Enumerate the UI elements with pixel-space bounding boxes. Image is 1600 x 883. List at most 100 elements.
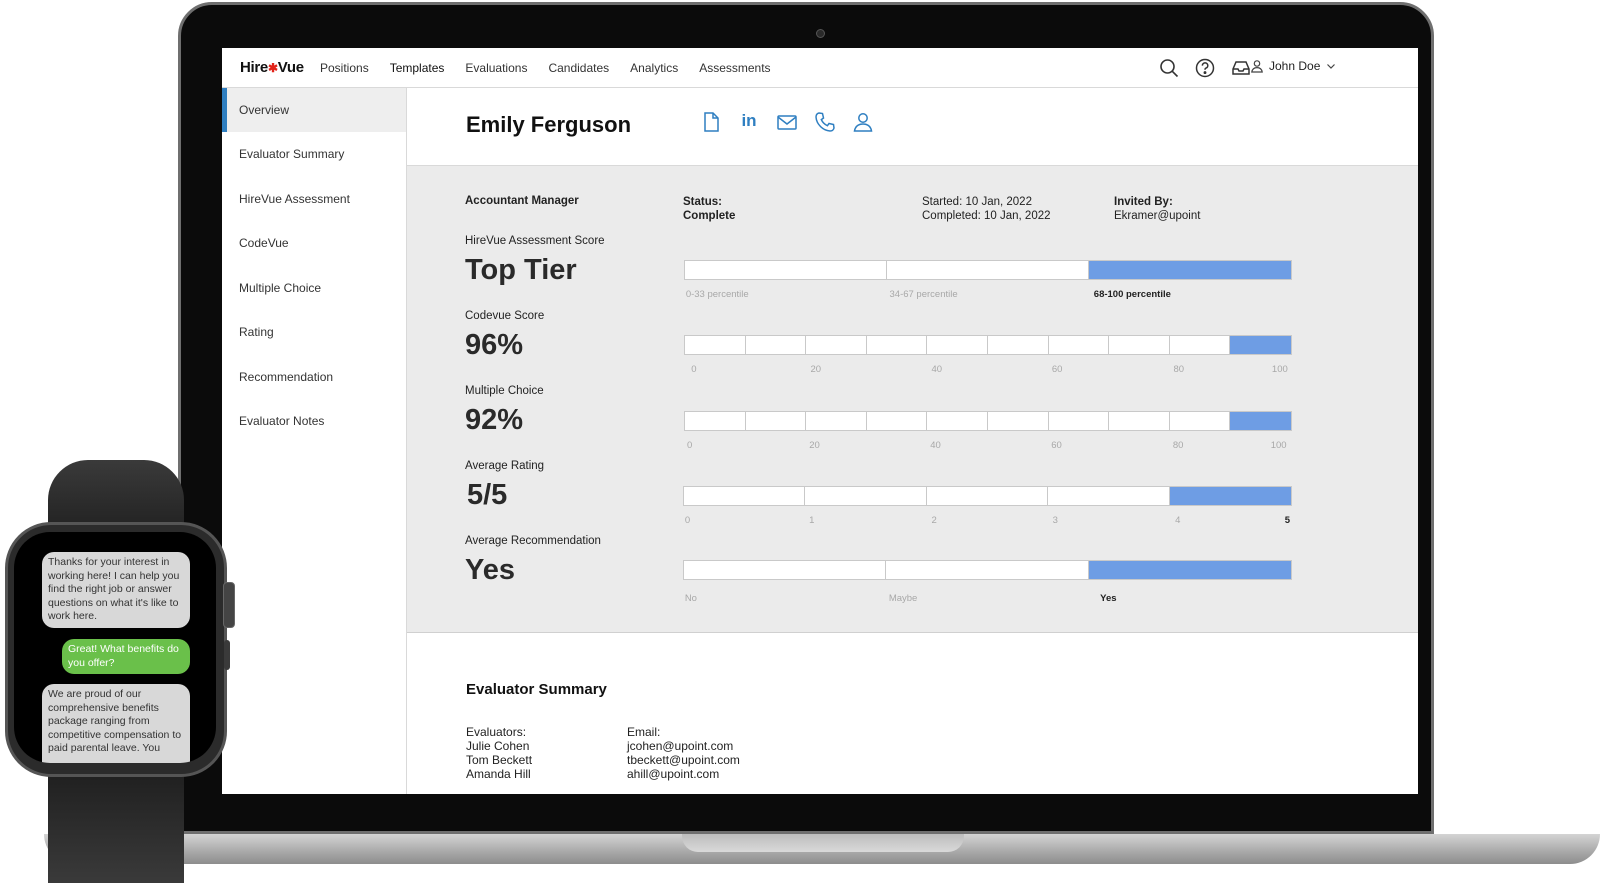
average-rating-tick-labels: 0 1 2 3 4 5	[683, 515, 1292, 529]
bar-segment	[887, 261, 1089, 279]
emails-column: Email: jcohen@upoint.com tbeckett@upoint…	[627, 725, 740, 781]
document-icon[interactable]	[699, 110, 723, 134]
tick-label: 68-100 percentile	[1093, 289, 1171, 300]
tick-label: 80	[1173, 364, 1185, 375]
tick-label: 0	[684, 515, 691, 526]
sidebar-item-rating[interactable]: Rating	[222, 310, 406, 355]
logo-text-suffix: Vue	[277, 59, 304, 76]
average-recommendation-value: Yes	[465, 554, 515, 586]
sidebar-item-hirevue-assessment[interactable]: HireVue Assessment	[222, 177, 406, 222]
candidate-name: Emily Ferguson	[466, 112, 632, 137]
sidebar-item-evaluator-summary[interactable]: Evaluator Summary	[222, 132, 406, 177]
bar-segment	[685, 261, 887, 279]
linkedin-icon[interactable]: in	[737, 110, 761, 134]
help-icon[interactable]	[1194, 57, 1216, 79]
tick-label: 60	[1051, 440, 1062, 451]
evaluators-column: Evaluators: Julie Cohen Tom Beckett Aman…	[466, 725, 532, 781]
evaluator-name: Tom Beckett	[466, 753, 533, 767]
sidebar-item-evaluator-notes[interactable]: Evaluator Notes	[222, 399, 406, 444]
email-icon[interactable]	[775, 110, 799, 134]
tick-label: 4	[1175, 515, 1181, 526]
sidebar-item-overview[interactable]: Overview	[222, 88, 406, 132]
sidebar-item-multiple-choice[interactable]: Multiple Choice	[222, 266, 406, 311]
laptop-screen: Hire✱Vue Positions Templates Evaluations…	[222, 48, 1418, 794]
assessment-tick-labels: 0-33 percentile 34-67 percentile 68-100 pe…	[684, 289, 1292, 303]
evaluator-summary-section: Evaluator Summary Evaluators: Julie Cohe…	[407, 633, 1418, 794]
bar-segment	[927, 336, 988, 354]
sidebar-item-recommendation[interactable]: Recommendation	[222, 355, 406, 400]
phone-icon[interactable]	[813, 110, 837, 134]
sidebar: Overview Evaluator Summary HireVue Asses…	[222, 88, 407, 794]
tick-label: 20	[809, 440, 820, 451]
bar-segment	[987, 336, 1049, 354]
search-icon[interactable]	[1158, 57, 1180, 79]
average-recommendation-tick-labels: No Maybe Yes	[683, 593, 1292, 607]
tick-label: 5	[1284, 515, 1290, 526]
bar-segment	[886, 561, 1089, 579]
nav-analytics[interactable]: Analytics	[630, 61, 678, 75]
hirevue-logo[interactable]: Hire✱Vue	[240, 59, 304, 76]
tick-label: Yes	[1100, 593, 1117, 604]
bar-segment	[1169, 336, 1231, 354]
bar-segment	[1048, 487, 1170, 505]
tick-label: 80	[1172, 440, 1184, 451]
codevue-score-value: 96%	[465, 329, 524, 361]
nav-templates[interactable]: Templates	[390, 61, 445, 75]
user-menu[interactable]: John Doe	[1250, 59, 1337, 73]
nav-candidates[interactable]: Candidates	[548, 61, 609, 75]
tick-label: 0-33 percentile	[685, 289, 749, 300]
watch-side-button	[224, 640, 230, 670]
bar-segment	[1230, 336, 1291, 354]
tick-label: 40	[930, 440, 941, 451]
tick-label: 40	[931, 364, 943, 375]
nav-positions[interactable]: Positions	[320, 61, 369, 75]
sidebar-item-codevue[interactable]: CodeVue	[222, 221, 406, 266]
logo-text-prefix: Hire	[240, 59, 268, 76]
position-title: Accountant Manager	[465, 195, 579, 207]
top-navbar: Hire✱Vue Positions Templates Evaluations…	[222, 48, 1418, 88]
chat-bubble-user: Great! What benefits do you offer?	[62, 639, 190, 675]
webcam	[816, 29, 825, 38]
logo-star-icon: ✱	[267, 61, 278, 75]
multiple-choice-tick-labels: 0 20 40 60 80 100	[684, 440, 1292, 454]
bar-segment	[1109, 412, 1170, 430]
multiple-choice-bar	[684, 411, 1292, 431]
bar-segment	[685, 336, 746, 354]
inbox-icon[interactable]	[1230, 57, 1252, 79]
codevue-score-bar	[684, 335, 1292, 355]
evaluator-summary-title: Evaluator Summary	[466, 681, 607, 698]
bar-segment	[1169, 412, 1231, 430]
tick-label: 60	[1051, 364, 1063, 375]
tick-label: 1	[809, 515, 815, 526]
dates-block: Started: 10 Jan, 2022 Completed: 10 Jan, …	[922, 196, 1051, 222]
product-mockup: Hire✱Vue Positions Templates Evaluations…	[0, 0, 1600, 883]
tick-label: 100	[1271, 364, 1288, 375]
nav-assessments[interactable]: Assessments	[699, 61, 770, 75]
top-icons: John Doe	[1158, 48, 1418, 88]
codevue-tick-labels: 0 20 40 60 80 100	[684, 364, 1292, 378]
watch-strap-bottom	[48, 770, 184, 883]
evaluator-email[interactable]: jcohen@upoint.com	[627, 739, 740, 753]
bar-segment	[1089, 261, 1291, 279]
evaluator-email[interactable]: tbeckett@upoint.com	[627, 753, 740, 767]
bar-segment	[866, 336, 928, 354]
bar-segment	[806, 336, 867, 354]
bar-segment	[745, 412, 807, 430]
profile-icon[interactable]	[851, 110, 875, 134]
average-recommendation-label: Average Recommendation	[465, 535, 601, 547]
evaluator-email[interactable]: ahill@upoint.com	[627, 767, 740, 781]
codevue-score-label: Codevue Score	[465, 310, 545, 322]
tick-label: 0	[687, 440, 693, 451]
tick-label: No	[684, 593, 697, 604]
assessment-score-value: Top Tier	[465, 254, 577, 286]
bar-segment	[1109, 336, 1170, 354]
candidate-header: Emily Ferguson in	[407, 88, 1418, 166]
bar-segment	[685, 412, 746, 430]
bar-segment	[684, 487, 806, 505]
evaluators-label: Evaluators:	[466, 725, 527, 739]
tick-label: Maybe	[888, 593, 918, 604]
tick-label: 2	[931, 515, 937, 526]
average-rating-bar	[683, 486, 1292, 506]
nav-evaluations[interactable]: Evaluations	[465, 61, 527, 75]
evaluator-name: Amanda Hill	[466, 767, 531, 781]
